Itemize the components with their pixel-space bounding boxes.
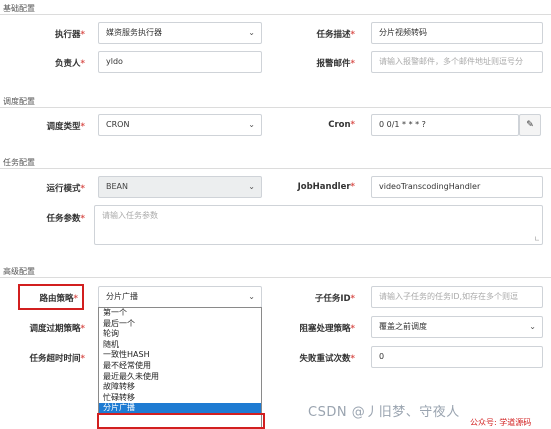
task-desc-label: 任务描述* (316, 30, 355, 40)
route-option[interactable]: 最不经常使用 (99, 361, 261, 372)
chevron-down-icon: ⌄ (248, 120, 255, 129)
route-option[interactable]: 忙碌转移 (99, 393, 261, 404)
task-params-label: 任务参数* (46, 214, 85, 224)
route-option[interactable]: 轮询 (99, 329, 261, 340)
retry-input[interactable]: 0 (371, 346, 543, 368)
route-option[interactable]: 最近最久未使用 (99, 372, 261, 383)
route-strategy-label: 路由策略* (39, 294, 78, 304)
chevron-down-icon: ⌄ (248, 292, 255, 301)
child-task-input[interactable]: 请输入子任务的任务ID,如存在多个则逗 (371, 286, 543, 308)
schedule-type-select[interactable]: CRON ⌄ (98, 114, 262, 136)
block-strategy-select[interactable]: 覆盖之前调度 ⌄ (371, 316, 543, 338)
owner-input[interactable]: yldo (98, 51, 262, 73)
section-title-advanced: 高级配置 (3, 267, 35, 276)
wechat-watermark: 公众号: 学道源码 (470, 418, 532, 427)
job-handler-label: JobHandler* (297, 182, 355, 192)
route-option[interactable]: 第一个 (99, 308, 261, 319)
alarm-email-label: 报警邮件* (316, 59, 355, 69)
alarm-email-input[interactable]: 请输入报警邮件，多个邮件地址则逗号分 (371, 51, 543, 73)
route-strategy-select[interactable]: 分片广播 ⌄ (98, 286, 262, 308)
cron-label: Cron* (328, 120, 355, 130)
executor-select[interactable]: 媒资服务执行器 ⌄ (98, 22, 262, 44)
cron-input[interactable]: 0 0/1 * * * ? (371, 114, 519, 136)
route-option[interactable]: 一致性HASH (99, 350, 261, 361)
selected-option-highlight (97, 413, 265, 429)
owner-label: 负责人* (55, 59, 85, 69)
route-option[interactable]: 随机 (99, 340, 261, 351)
expire-strategy-label: 调度过期策略* (29, 324, 85, 334)
chevron-down-icon: ⌄ (248, 182, 255, 191)
task-desc-input[interactable]: 分片视频转码 (371, 22, 543, 44)
resize-handle-icon[interactable]: ∟ (534, 235, 540, 243)
csdn-watermark: CSDN @丿旧梦、守夜人 (308, 405, 460, 420)
section-divider (0, 14, 551, 15)
section-title-basic: 基础配置 (3, 4, 35, 13)
task-params-textarea[interactable]: 请输入任务参数 ∟ (94, 205, 543, 245)
job-handler-input[interactable]: videoTranscodingHandler (371, 176, 543, 198)
block-strategy-label: 阻塞处理策略* (299, 324, 355, 334)
child-task-label: 子任务ID* (314, 294, 355, 304)
timeout-label: 任务超时时间* (29, 354, 85, 364)
section-title-task: 任务配置 (3, 158, 35, 167)
section-divider (0, 168, 551, 169)
section-divider (0, 107, 551, 108)
section-divider (0, 277, 551, 278)
route-option[interactable]: 最后一个 (99, 319, 261, 330)
executor-label: 执行器* (55, 30, 85, 40)
route-option[interactable]: 故障转移 (99, 382, 261, 393)
section-title-schedule: 调度配置 (3, 97, 35, 106)
run-mode-label: 运行模式* (46, 184, 85, 194)
run-mode-select[interactable]: BEAN ⌄ (98, 176, 262, 198)
route-strategy-dropdown[interactable]: 第一个 最后一个 轮询 随机 一致性HASH 最不经常使用 最近最久未使用 故障… (98, 307, 262, 429)
chevron-down-icon: ⌄ (529, 322, 536, 331)
retry-label: 失败重试次数* (299, 354, 355, 364)
chevron-down-icon: ⌄ (248, 28, 255, 37)
schedule-type-label: 调度类型* (46, 122, 85, 132)
edit-icon[interactable]: ✎ (519, 114, 541, 136)
